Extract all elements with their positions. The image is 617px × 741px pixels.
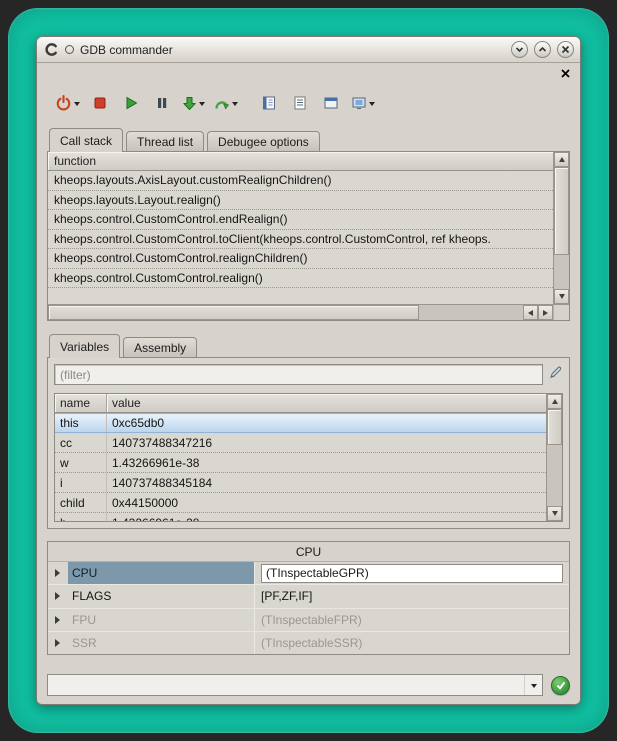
dock-content: Call stack Thread list Debugee options f… [37, 63, 580, 705]
list-icon [292, 95, 308, 111]
ok-check-icon [556, 681, 566, 690]
scroll-thumb[interactable] [547, 409, 562, 445]
chevron-down-icon [369, 102, 375, 109]
screen-button[interactable] [351, 91, 375, 115]
cpu-row-disabled[interactable]: FPU (TInspectableFPR) [48, 609, 569, 632]
cpu-panel: CPU CPU (TInspectableGPR) FLAGS [PF,ZF,I… [47, 541, 570, 655]
close-button[interactable] [557, 41, 574, 58]
scroll-down-button[interactable] [547, 506, 562, 521]
command-input[interactable] [48, 678, 524, 692]
expander-icon[interactable] [48, 616, 68, 624]
scroll-thumb[interactable] [554, 167, 569, 255]
window-frame: GDB commander [8, 8, 609, 733]
variable-row-selected[interactable]: this 0xc65db0 [55, 413, 546, 433]
scrollbar-corner [553, 305, 569, 320]
cpu-panel-title: CPU [48, 542, 569, 562]
ok-button[interactable] [551, 676, 570, 695]
run-icon [124, 96, 138, 110]
variables-panel: name value this 0xc65db0 cc 140737488347… [47, 357, 570, 529]
callstack-row[interactable]: kheops.control.CustomControl.toClient(kh… [48, 230, 553, 250]
expander-icon[interactable] [48, 569, 68, 577]
scroll-up-button[interactable] [554, 152, 569, 167]
list-button[interactable] [289, 91, 311, 115]
variable-row[interactable]: cc 140737488347216 [55, 433, 546, 453]
app-menu-icon[interactable] [65, 45, 74, 54]
scroll-down-button[interactable] [554, 289, 569, 304]
close-icon [561, 45, 570, 54]
tab-assembly[interactable]: Assembly [123, 337, 197, 357]
scroll-left-button[interactable] [523, 305, 538, 320]
variables-vertical-scrollbar[interactable] [546, 394, 562, 521]
stop-icon [93, 96, 107, 110]
close-icon [561, 69, 570, 78]
value-column-header[interactable]: value [107, 394, 546, 413]
function-column-header[interactable]: function [48, 152, 553, 171]
expander-icon[interactable] [48, 639, 68, 647]
minimize-button[interactable] [511, 41, 528, 58]
cpu-value-editbox[interactable]: (TInspectableGPR) [261, 564, 563, 583]
debug-toolbar [47, 89, 570, 117]
combobox-dropdown-button[interactable] [524, 675, 542, 695]
callstack-row[interactable]: kheops.control.CustomControl.endRealign(… [48, 210, 553, 230]
variables-table: name value this 0xc65db0 cc 140737488347… [54, 393, 563, 522]
variable-row[interactable]: child 0x44150000 [55, 493, 546, 513]
document-button[interactable] [258, 91, 280, 115]
chevron-down-icon [74, 102, 80, 109]
filter-options-icon[interactable] [548, 365, 563, 385]
titlebar[interactable]: GDB commander [37, 37, 580, 63]
screen-icon [351, 95, 367, 111]
gdb-commander-window: GDB commander [36, 36, 581, 705]
filter-input[interactable] [54, 364, 543, 385]
step-over-button[interactable] [214, 91, 238, 115]
cpu-row-selected[interactable]: CPU (TInspectableGPR) [48, 562, 569, 585]
chevron-down-icon [232, 102, 238, 109]
window-title: GDB commander [80, 43, 173, 57]
command-combobox[interactable] [47, 674, 543, 696]
variables-tabbar: Variables Assembly [47, 333, 570, 357]
document-icon [261, 95, 277, 111]
callstack-horizontal-scrollbar[interactable] [48, 304, 569, 320]
chevron-up-icon [538, 45, 547, 54]
maximize-button[interactable] [534, 41, 551, 58]
cpu-row[interactable]: FLAGS [PF,ZF,IF] [48, 585, 569, 608]
chevron-down-icon [531, 684, 537, 691]
callstack-row[interactable]: kheops.layouts.Layout.realign() [48, 191, 553, 211]
callstack-vertical-scrollbar[interactable] [553, 152, 569, 304]
stop-button[interactable] [89, 91, 111, 115]
run-button[interactable] [120, 91, 142, 115]
tab-variables[interactable]: Variables [49, 334, 120, 358]
step-over-icon [214, 96, 230, 111]
callstack-row[interactable]: kheops.control.CustomControl.realignChil… [48, 249, 553, 269]
callstack-tabbar: Call stack Thread list Debugee options [47, 127, 570, 151]
scroll-right-button[interactable] [538, 305, 553, 320]
tab-debugee-options[interactable]: Debugee options [207, 131, 320, 151]
pause-icon [155, 96, 169, 110]
pause-button[interactable] [151, 91, 173, 115]
variable-row[interactable]: w 1.43266961e-38 [55, 453, 546, 473]
expander-icon[interactable] [48, 592, 68, 600]
command-bar [47, 673, 570, 697]
step-into-icon [182, 96, 197, 111]
callstack-row[interactable]: kheops.layouts.AxisLayout.customRealignC… [48, 171, 553, 191]
chevron-down-icon [515, 45, 524, 54]
power-button[interactable] [55, 91, 80, 115]
scroll-up-button[interactable] [547, 394, 562, 409]
app-icon[interactable] [43, 42, 59, 58]
scroll-thumb[interactable] [48, 305, 419, 320]
callstack-row[interactable]: kheops.control.CustomControl.realign() [48, 269, 553, 289]
name-column-header[interactable]: name [55, 394, 107, 413]
dock-close-button[interactable] [559, 67, 571, 79]
callstack-panel: function kheops.layouts.AxisLayout.custo… [47, 151, 570, 321]
variable-row[interactable]: i 140737488345184 [55, 473, 546, 493]
step-into-button[interactable] [182, 91, 205, 115]
tab-thread-list[interactable]: Thread list [126, 131, 204, 151]
window-icon [323, 95, 339, 111]
cpu-row-disabled[interactable]: SSR (TInspectableSSR) [48, 632, 569, 654]
callstack-list: function kheops.layouts.AxisLayout.custo… [48, 152, 553, 304]
window-button[interactable] [320, 91, 342, 115]
variable-row[interactable]: b 1.43266961e-38 [55, 513, 546, 521]
power-icon [55, 95, 72, 112]
chevron-down-icon [199, 102, 205, 109]
tab-call-stack[interactable]: Call stack [49, 128, 123, 152]
